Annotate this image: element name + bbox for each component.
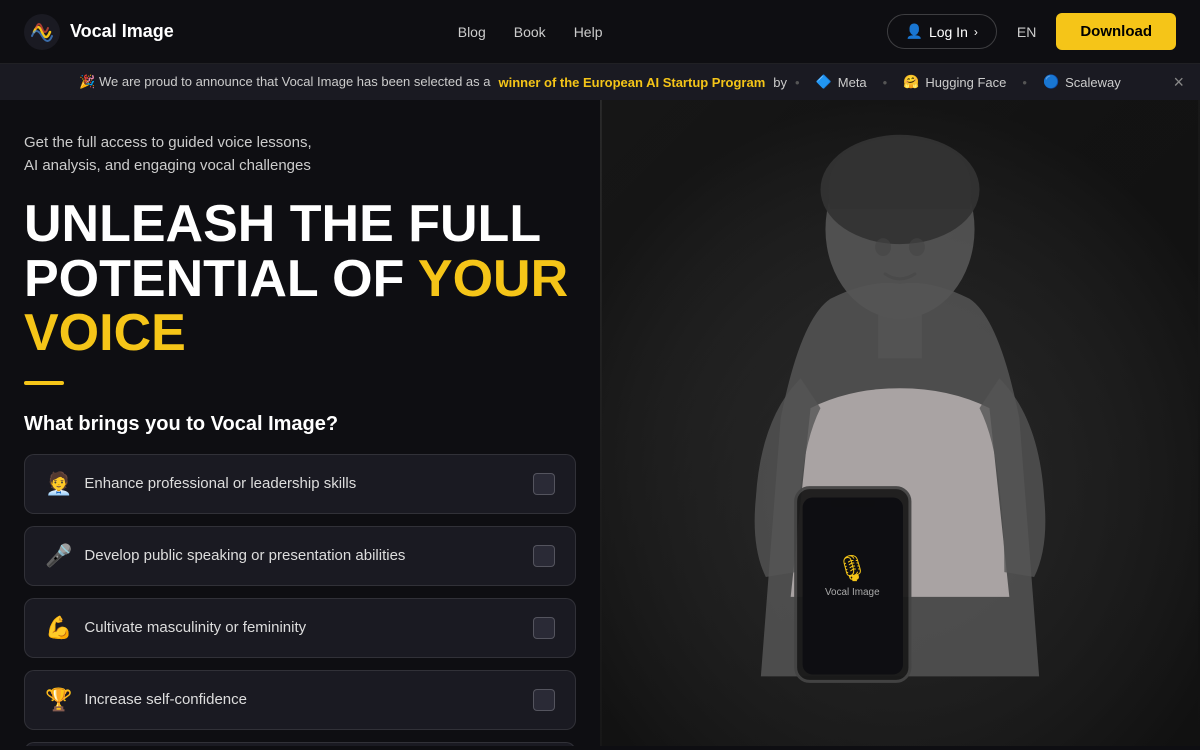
option-professional[interactable]: 🧑‍💼 Enhance professional or leadership s… bbox=[24, 454, 576, 514]
survey-options: 🧑‍💼 Enhance professional or leadership s… bbox=[24, 454, 576, 746]
left-panel: Get the full access to guided voice less… bbox=[0, 100, 600, 746]
option-voice-type[interactable]: 🔍 Discover voice type bbox=[24, 742, 576, 746]
professional-label: Enhance professional or leadership skill… bbox=[84, 475, 356, 492]
banner-text-before: 🎉 We are proud to announce that Vocal Im… bbox=[79, 74, 490, 90]
banner-highlight: winner of the European AI Startup Progra… bbox=[499, 75, 766, 90]
download-button[interactable]: Download bbox=[1056, 13, 1176, 50]
professional-emoji: 🧑‍💼 bbox=[45, 471, 72, 497]
scaleway-logo: 🔵 Scaleway bbox=[1043, 74, 1121, 90]
masculinity-emoji: 💪 bbox=[45, 615, 72, 641]
hugging-face-icon: 🤗 bbox=[903, 74, 919, 90]
hero-title-line2-regular: POTENTIAL OF bbox=[24, 250, 418, 308]
hero-subtitle: Get the full access to guided voice less… bbox=[24, 132, 576, 177]
nav-brand: Vocal Image bbox=[70, 21, 174, 42]
nav-link-blog[interactable]: Blog bbox=[458, 24, 486, 40]
nav-links: Blog Book Help bbox=[458, 24, 603, 40]
nav-right: 👤 Log In › EN Download bbox=[887, 13, 1177, 50]
speaking-label: Develop public speaking or presentation … bbox=[84, 547, 405, 564]
nav-link-book[interactable]: Book bbox=[514, 24, 546, 40]
close-banner-button[interactable]: × bbox=[1173, 73, 1184, 91]
scaleway-icon: 🔵 bbox=[1043, 74, 1059, 90]
banner-text-after: by bbox=[773, 75, 787, 90]
professional-checkbox[interactable] bbox=[533, 473, 555, 495]
scaleway-label: Scaleway bbox=[1065, 75, 1121, 90]
vocal-image-logo-icon bbox=[24, 14, 60, 50]
nav-left: Vocal Image bbox=[24, 14, 174, 50]
speaking-checkbox[interactable] bbox=[533, 545, 555, 567]
navbar: Vocal Image Blog Book Help 👤 Log In › EN… bbox=[0, 0, 1200, 64]
svg-text:Vocal Image: Vocal Image bbox=[825, 587, 880, 598]
hero-image: 🎙 Vocal Image bbox=[600, 100, 1200, 746]
login-button[interactable]: 👤 Log In › bbox=[887, 14, 997, 49]
right-panel: 🎙 Vocal Image bbox=[600, 100, 1200, 746]
title-divider bbox=[24, 381, 64, 385]
meta-logo: 🔷 Meta bbox=[816, 74, 867, 90]
language-button[interactable]: EN bbox=[1009, 20, 1044, 44]
confidence-label: Increase self-confidence bbox=[84, 691, 247, 708]
banner-logos: • 🔷 Meta • 🤗 Hugging Face • 🔵 Scaleway bbox=[795, 74, 1121, 90]
hugging-face-logo: 🤗 Hugging Face bbox=[903, 74, 1006, 90]
dot-separator-3: • bbox=[1022, 75, 1027, 90]
main-content: Get the full access to guided voice less… bbox=[0, 100, 1200, 746]
chevron-right-icon: › bbox=[974, 25, 978, 39]
option-speaking[interactable]: 🎤 Develop public speaking or presentatio… bbox=[24, 526, 576, 586]
meta-label: Meta bbox=[838, 75, 867, 90]
hero-title: UNLEASH THE FULL POTENTIAL OF YOUR VOICE bbox=[24, 197, 576, 361]
masculinity-label: Cultivate masculinity or femininity bbox=[84, 619, 306, 636]
survey-question: What brings you to Vocal Image? bbox=[24, 413, 576, 436]
option-confidence[interactable]: 🏆 Increase self-confidence bbox=[24, 670, 576, 730]
person-icon: 👤 bbox=[906, 23, 923, 40]
person-silhouette: 🎙 Vocal Image bbox=[600, 100, 1200, 746]
hugging-face-label: Hugging Face bbox=[925, 75, 1006, 90]
meta-icon: 🔷 bbox=[816, 74, 832, 90]
hero-title-line1: UNLEASH THE FULL bbox=[24, 195, 541, 253]
option-masculinity[interactable]: 💪 Cultivate masculinity or femininity bbox=[24, 598, 576, 658]
confidence-emoji: 🏆 bbox=[45, 687, 72, 713]
confidence-checkbox[interactable] bbox=[533, 689, 555, 711]
dot-separator-1: • bbox=[795, 75, 800, 90]
nav-link-help[interactable]: Help bbox=[574, 24, 603, 40]
speaking-emoji: 🎤 bbox=[45, 543, 72, 569]
masculinity-checkbox[interactable] bbox=[533, 617, 555, 639]
announcement-banner: 🎉 We are proud to announce that Vocal Im… bbox=[0, 64, 1200, 100]
dot-separator-2: • bbox=[883, 75, 888, 90]
svg-text:🎙: 🎙 bbox=[836, 555, 869, 583]
